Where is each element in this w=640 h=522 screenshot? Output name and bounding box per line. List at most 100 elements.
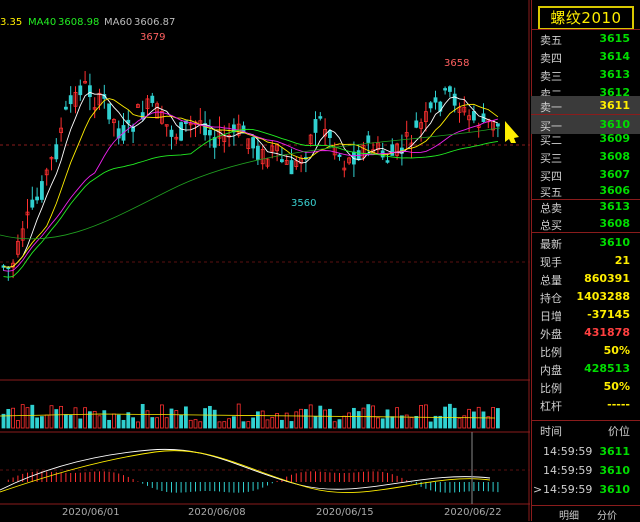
quote-label: 内盘 bbox=[540, 364, 562, 377]
volume-bar bbox=[260, 410, 265, 429]
bid-label: 买三 bbox=[540, 152, 562, 165]
volume-bar bbox=[102, 410, 107, 429]
quote-row: 日增 -37145 bbox=[531, 306, 640, 324]
tick-time: 14:59:59 bbox=[543, 464, 593, 477]
candle-body bbox=[251, 137, 256, 149]
ask-row-3[interactable]: 卖三 3613 bbox=[531, 66, 640, 84]
volume-bar bbox=[135, 421, 140, 429]
kline-chart-area[interactable]: 3.35 MA40 3608.98 MA60 3606.87 3679 3658… bbox=[0, 0, 530, 521]
kline-chart[interactable] bbox=[0, 0, 530, 521]
volume-bar bbox=[20, 404, 25, 429]
ma40-label: MA40 bbox=[28, 17, 57, 28]
volume-bar bbox=[356, 411, 361, 429]
ask-price: 3614 bbox=[599, 50, 630, 63]
candle-body bbox=[337, 154, 342, 157]
ask-row-1[interactable]: 卖一 3611 bbox=[531, 96, 640, 115]
volume-bar bbox=[217, 421, 222, 429]
quote-row: 最新 3610 bbox=[531, 234, 640, 252]
candle-body bbox=[40, 181, 44, 200]
volume-bar bbox=[279, 419, 284, 429]
high-annotation-2: 3658 bbox=[444, 58, 470, 69]
tick-price: 3610 bbox=[599, 464, 630, 477]
volume-bar bbox=[395, 407, 400, 429]
volume-bar bbox=[303, 409, 308, 429]
volume-bar bbox=[174, 410, 179, 429]
total-sell-value: 3613 bbox=[599, 200, 630, 213]
candle-body bbox=[471, 111, 476, 121]
volume-bar bbox=[433, 415, 438, 429]
bid-price: 3608 bbox=[599, 150, 630, 163]
candle-body bbox=[327, 130, 332, 139]
volume-bar bbox=[457, 417, 462, 429]
tab-price-dist[interactable]: 分价 bbox=[597, 507, 617, 522]
tick-row: 14:59:59 3611 bbox=[531, 443, 640, 461]
ticks-price-header: 价位 bbox=[608, 425, 630, 438]
volume-bar bbox=[44, 414, 49, 429]
candle-body bbox=[179, 122, 184, 141]
ma-first-value: 3.35 bbox=[0, 17, 23, 28]
candle-body bbox=[414, 120, 419, 128]
quote-row: 杠杆 ----- bbox=[531, 396, 640, 414]
candle-body bbox=[279, 159, 284, 163]
volume-bar bbox=[59, 405, 63, 429]
tab-detail[interactable]: 明细 bbox=[559, 507, 579, 522]
volume-bar bbox=[107, 419, 111, 429]
volume-bar bbox=[423, 404, 428, 429]
bid-row-3[interactable]: 买三 3608 bbox=[531, 148, 640, 166]
quote-row: 现手 21 bbox=[531, 252, 640, 270]
volume-bar bbox=[212, 409, 217, 429]
low-annotation: 3560 bbox=[291, 198, 317, 209]
volume-bar bbox=[131, 417, 136, 429]
quote-row: 持仓 1403288 bbox=[531, 288, 640, 306]
candle-body bbox=[150, 95, 155, 103]
ask-price: 3613 bbox=[599, 68, 630, 81]
ma10-line bbox=[3, 98, 499, 268]
candle-body bbox=[207, 130, 212, 136]
volume-bar bbox=[6, 408, 11, 429]
candle-body bbox=[35, 196, 39, 201]
candle-body bbox=[107, 103, 111, 120]
total-buy-value: 3608 bbox=[599, 217, 630, 230]
volume-bar bbox=[284, 412, 289, 429]
candle-body bbox=[366, 135, 371, 143]
volume-bar bbox=[179, 414, 184, 429]
candle-body bbox=[385, 160, 390, 163]
candle-body bbox=[255, 145, 260, 160]
ticks-time-header: 时间 bbox=[540, 425, 562, 438]
total-buy-row: 总买 3608 bbox=[531, 215, 640, 233]
volume-bar bbox=[399, 415, 404, 429]
quote-label: 杠杆 bbox=[540, 400, 562, 413]
quote-value: 3610 bbox=[599, 236, 630, 249]
ticks-header: 时间 价位 bbox=[531, 421, 640, 439]
ma40-value: 3608.98 bbox=[58, 17, 100, 28]
ask-row-4[interactable]: 卖四 3614 bbox=[531, 48, 640, 66]
volume-bar bbox=[495, 408, 500, 429]
volume-bar bbox=[318, 405, 323, 429]
quote-label: 比例 bbox=[540, 346, 562, 359]
price-arrow-icon bbox=[505, 121, 519, 143]
date-label: 2020/06/15 bbox=[316, 507, 374, 518]
volume-bar bbox=[419, 404, 424, 429]
quote-value: ----- bbox=[607, 398, 630, 411]
panel-tabbar: 明细 分价 bbox=[531, 505, 640, 522]
total-sell-label: 总卖 bbox=[540, 202, 562, 215]
volume-bar bbox=[25, 407, 30, 429]
candle-body bbox=[452, 93, 457, 106]
date-label: 2020/06/01 bbox=[62, 507, 120, 518]
bid-label: 买二 bbox=[540, 134, 562, 147]
high-annotation-1: 3679 bbox=[140, 32, 166, 43]
candle-body bbox=[203, 123, 208, 136]
total-sell-row: 总卖 3613 bbox=[531, 198, 640, 216]
volume-bar bbox=[385, 409, 390, 429]
tick-price: 3610 bbox=[599, 483, 630, 496]
bid-row-2[interactable]: 买二 3609 bbox=[531, 130, 640, 148]
date-label: 2020/06/08 bbox=[188, 507, 246, 518]
volume-bar bbox=[452, 407, 457, 429]
ask-row-5[interactable]: 卖五 3615 bbox=[531, 30, 640, 48]
candle-body bbox=[289, 160, 294, 175]
candle-body bbox=[64, 106, 68, 110]
volume-bar bbox=[351, 407, 356, 429]
candle-body bbox=[68, 95, 73, 105]
volume-bar bbox=[332, 421, 337, 429]
quote-value: 50% bbox=[603, 344, 630, 357]
